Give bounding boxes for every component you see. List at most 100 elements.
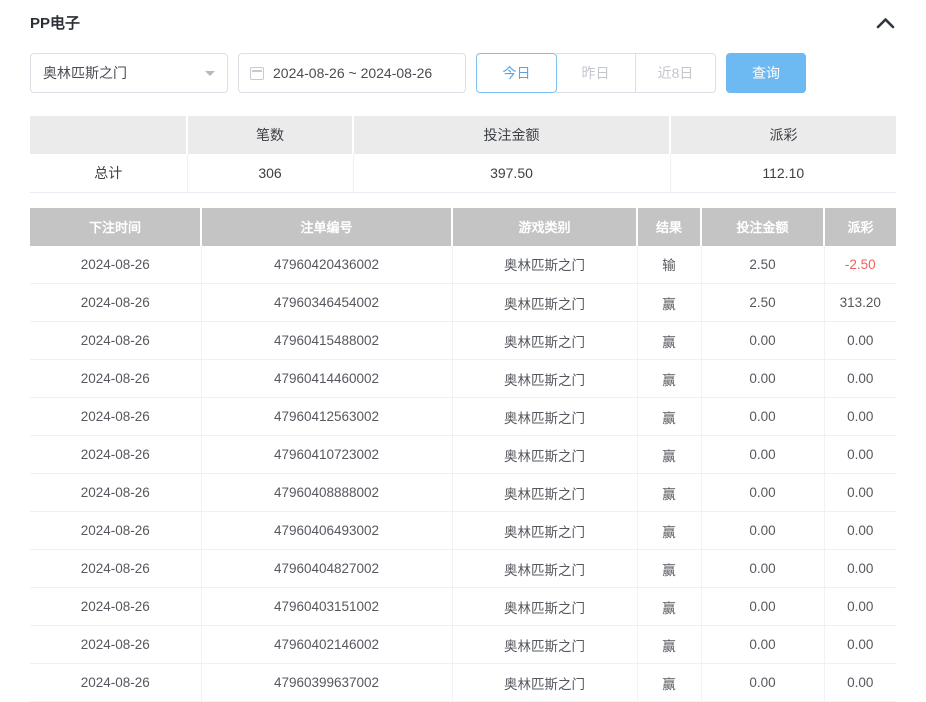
cell-order-no: 47960402146002 — [201, 626, 452, 664]
cell-order-no: 47960408888002 — [201, 474, 452, 512]
records-table: 下注时间注单编号游戏类别结果投注金额派彩 2024-08-26479604204… — [30, 208, 896, 702]
cell-bet-time: 2024-08-26 — [30, 588, 201, 626]
cell-payout: -2.50 — [824, 246, 896, 284]
page-title: PP电子 — [30, 12, 80, 33]
cell-payout: 313.20 — [824, 284, 896, 322]
cell-result: 赢 — [637, 588, 701, 626]
cell-bet-time: 2024-08-26 — [30, 550, 201, 588]
filter-bar: 奥林匹斯之门 2024-08-26 ~ 2024-08-26 今日 昨日 近8日… — [30, 53, 896, 93]
table-row: 2024-08-2647960420436002奥林匹斯之门输2.50-2.50 — [30, 246, 896, 284]
cell-result: 赢 — [637, 284, 701, 322]
table-row: 2024-08-2647960403151002奥林匹斯之门赢0.000.00 — [30, 588, 896, 626]
summary-header-bet-amount: 投注金额 — [353, 116, 670, 154]
table-row: 2024-08-2647960412563002奥林匹斯之门赢0.000.00 — [30, 398, 896, 436]
cell-order-no: 47960420436002 — [201, 246, 452, 284]
cell-result: 赢 — [637, 436, 701, 474]
table-row: 2024-08-2647960399637002奥林匹斯之门赢0.000.00 — [30, 664, 896, 702]
pp-electronics-panel: PP电子 奥林匹斯之门 2024-08-26 ~ 2024-08-26 今日 昨… — [0, 0, 926, 702]
cell-order-no: 47960414460002 — [201, 360, 452, 398]
summary-total-label: 总计 — [30, 154, 187, 192]
cell-bet-amount: 0.00 — [701, 664, 824, 702]
column-header-bet-amount: 投注金额 — [701, 208, 824, 246]
cell-order-no: 47960404827002 — [201, 550, 452, 588]
column-header-result: 结果 — [637, 208, 701, 246]
cell-bet-time: 2024-08-26 — [30, 322, 201, 360]
panel-header: PP电子 — [30, 0, 896, 32]
summary-table: 笔数 投注金额 派彩 总计 306 397.50 112.10 — [30, 116, 896, 193]
column-header-bet-time: 下注时间 — [30, 208, 201, 246]
cell-payout: 0.00 — [824, 588, 896, 626]
game-select[interactable]: 奥林匹斯之门 — [30, 53, 228, 93]
search-button[interactable]: 查询 — [726, 53, 806, 93]
cell-bet-time: 2024-08-26 — [30, 284, 201, 322]
cell-game-type: 奥林匹斯之门 — [452, 550, 637, 588]
summary-total-row: 总计 306 397.50 112.10 — [30, 154, 896, 192]
cell-payout: 0.00 — [824, 436, 896, 474]
cell-payout: 0.00 — [824, 360, 896, 398]
cell-bet-time: 2024-08-26 — [30, 664, 201, 702]
cell-result: 赢 — [637, 626, 701, 664]
cell-game-type: 奥林匹斯之门 — [452, 398, 637, 436]
cell-game-type: 奥林匹斯之门 — [452, 512, 637, 550]
calendar-icon — [250, 67, 264, 80]
table-row: 2024-08-2647960346454002奥林匹斯之门赢2.50313.2… — [30, 284, 896, 322]
cell-game-type: 奥林匹斯之门 — [452, 360, 637, 398]
cell-payout: 0.00 — [824, 550, 896, 588]
cell-order-no: 47960406493002 — [201, 512, 452, 550]
cell-result: 赢 — [637, 550, 701, 588]
date-range-input[interactable]: 2024-08-26 ~ 2024-08-26 — [238, 53, 466, 93]
summary-header-row: 笔数 投注金额 派彩 — [30, 116, 896, 154]
today-button[interactable]: 今日 — [476, 53, 557, 93]
summary-header-blank — [30, 116, 187, 154]
game-select-value: 奥林匹斯之门 — [43, 63, 127, 83]
table-row: 2024-08-2647960404827002奥林匹斯之门赢0.000.00 — [30, 550, 896, 588]
cell-bet-time: 2024-08-26 — [30, 512, 201, 550]
cell-order-no: 47960410723002 — [201, 436, 452, 474]
records-tbody: 2024-08-2647960420436002奥林匹斯之门输2.50-2.50… — [30, 246, 896, 702]
cell-payout: 0.00 — [824, 398, 896, 436]
chevron-down-icon — [205, 71, 215, 81]
yesterday-button[interactable]: 昨日 — [556, 53, 636, 93]
cell-order-no: 47960412563002 — [201, 398, 452, 436]
cell-bet-time: 2024-08-26 — [30, 436, 201, 474]
cell-bet-amount: 0.00 — [701, 512, 824, 550]
cell-payout: 0.00 — [824, 512, 896, 550]
cell-bet-amount: 0.00 — [701, 322, 824, 360]
table-row: 2024-08-2647960414460002奥林匹斯之门赢0.000.00 — [30, 360, 896, 398]
cell-game-type: 奥林匹斯之门 — [452, 436, 637, 474]
cell-game-type: 奥林匹斯之门 — [452, 626, 637, 664]
cell-bet-amount: 2.50 — [701, 246, 824, 284]
cell-game-type: 奥林匹斯之门 — [452, 474, 637, 512]
table-row: 2024-08-2647960415488002奥林匹斯之门赢0.000.00 — [30, 322, 896, 360]
table-row: 2024-08-2647960402146002奥林匹斯之门赢0.000.00 — [30, 626, 896, 664]
column-header-payout: 派彩 — [824, 208, 896, 246]
cell-order-no: 47960403151002 — [201, 588, 452, 626]
cell-result: 输 — [637, 246, 701, 284]
cell-payout: 0.00 — [824, 474, 896, 512]
summary-header-payout: 派彩 — [670, 116, 896, 154]
cell-bet-amount: 0.00 — [701, 436, 824, 474]
collapse-button[interactable] — [874, 12, 896, 34]
cell-result: 赢 — [637, 474, 701, 512]
cell-bet-time: 2024-08-26 — [30, 246, 201, 284]
cell-game-type: 奥林匹斯之门 — [452, 246, 637, 284]
cell-game-type: 奥林匹斯之门 — [452, 322, 637, 360]
cell-bet-amount: 2.50 — [701, 284, 824, 322]
table-row: 2024-08-2647960410723002奥林匹斯之门赢0.000.00 — [30, 436, 896, 474]
table-row: 2024-08-2647960406493002奥林匹斯之门赢0.000.00 — [30, 512, 896, 550]
summary-total-bet-amount: 397.50 — [353, 154, 670, 192]
column-header-order-no: 注单编号 — [201, 208, 452, 246]
summary-total-count: 306 — [187, 154, 353, 192]
cell-bet-amount: 0.00 — [701, 588, 824, 626]
cell-bet-amount: 0.00 — [701, 360, 824, 398]
cell-order-no: 47960415488002 — [201, 322, 452, 360]
summary-total-payout: 112.10 — [670, 154, 896, 192]
cell-payout: 0.00 — [824, 664, 896, 702]
last-8-days-button[interactable]: 近8日 — [636, 53, 716, 93]
quick-range-button-group: 今日 昨日 近8日 — [476, 53, 716, 93]
cell-bet-amount: 0.00 — [701, 626, 824, 664]
cell-bet-time: 2024-08-26 — [30, 398, 201, 436]
date-range-value: 2024-08-26 ~ 2024-08-26 — [273, 65, 432, 81]
cell-bet-amount: 0.00 — [701, 474, 824, 512]
cell-result: 赢 — [637, 512, 701, 550]
